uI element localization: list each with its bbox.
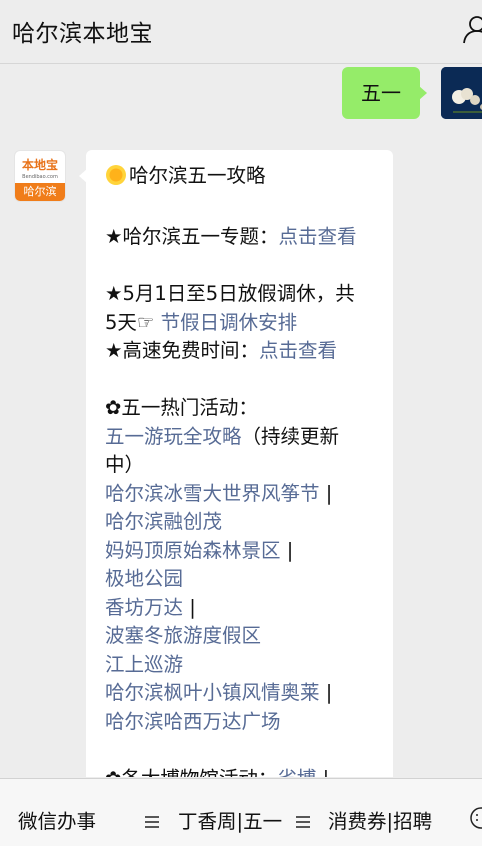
menu-item-lilac-week[interactable]: 丁香周|五一	[178, 805, 282, 834]
activity-link[interactable]: 江上巡游	[105, 653, 183, 676]
museum-separator: |	[323, 767, 330, 778]
activity-item: 哈尔滨枫叶小镇风情奥莱 |	[105, 679, 375, 708]
logo-city-band: 哈尔滨	[15, 183, 65, 201]
holiday-text: ★5月1日至5日放假调休，共	[105, 282, 355, 305]
top-bar: 哈尔滨本地宝	[0, 0, 482, 64]
menu-item-wechat-services[interactable]: 微信办事	[18, 805, 96, 834]
activity-item: 江上巡游	[105, 651, 375, 680]
activity-link[interactable]: 极地公园	[105, 567, 183, 590]
chat-area[interactable]: 五一 本地宝 Bendibao.com 哈尔滨 哈尔滨五一攻略 ★哈尔滨五一专题…	[0, 65, 482, 777]
page-title: 哈尔滨本地宝	[12, 21, 153, 47]
activity-separator: |	[325, 481, 333, 505]
my-avatar[interactable]	[441, 67, 482, 119]
reply-title-line: 哈尔滨五一攻略	[105, 162, 375, 195]
guide-suffix: （持续更新	[241, 424, 340, 448]
topic-line: ★哈尔滨五一专题：点击查看	[105, 223, 375, 252]
activity-link[interactable]: 哈尔滨哈西万达广场	[105, 710, 281, 733]
museum-label: ✿各大博物馆活动：	[105, 767, 277, 778]
activity-separator: |	[189, 595, 196, 619]
topic-link[interactable]: 点击查看	[278, 225, 356, 248]
user-profile-icon[interactable]	[462, 14, 482, 48]
official-account-avatar[interactable]: 本地宝 Bendibao.com 哈尔滨	[14, 150, 66, 202]
sun-icon	[105, 164, 127, 195]
guide-link[interactable]: 五一游玩全攻略	[105, 425, 242, 448]
museum-line: ✿各大博物馆活动：省博 |	[105, 765, 375, 778]
keyboard-icon[interactable]	[470, 807, 482, 833]
activity-separator: |	[325, 681, 333, 704]
logo-text: 本地宝	[21, 158, 58, 172]
highway-link[interactable]: 点击查看	[259, 339, 337, 362]
activity-item: 哈尔滨哈西万达广场	[105, 708, 375, 737]
holiday-line: 5天☞ 节假日调休安排	[105, 309, 375, 338]
activity-item: 哈尔滨融创茂	[105, 508, 375, 537]
bottom-menu-bar: 微信办事 丁香周|五一 消费券|招聘	[0, 778, 482, 846]
holiday-schedule-link[interactable]: 节假日调休安排	[161, 311, 298, 334]
highway-line: ★高速免费时间：点击查看	[105, 337, 375, 366]
holiday-prefix: 5天☞	[105, 310, 161, 334]
reply-title: 哈尔滨五一攻略	[129, 164, 266, 187]
activity-item: 哈尔滨冰雪大世界风筝节 |	[105, 480, 375, 509]
topic-label: ★哈尔滨五一专题：	[105, 225, 279, 248]
activity-link[interactable]: 哈尔滨融创茂	[105, 510, 222, 533]
activity-item: 妈妈顶原始森林景区 |	[105, 537, 375, 566]
activity-separator: |	[286, 538, 294, 562]
highway-label: ★高速免费时间：	[105, 339, 259, 362]
my-message-bubble[interactable]: 五一	[342, 67, 427, 119]
guide-line: 五一游玩全攻略（持续更新	[105, 423, 375, 452]
activity-item: 香坊万达 |	[105, 594, 375, 623]
hot-activities-heading: ✿五一热门活动：	[105, 396, 258, 419]
activity-link[interactable]: 波塞冬旅游度假区	[105, 624, 261, 647]
menu-icon[interactable]	[296, 813, 310, 832]
menu-icon[interactable]	[145, 813, 159, 832]
activity-link[interactable]: 哈尔滨冰雪大世界风筝节	[105, 482, 320, 505]
guide-suffix-cont: 中）	[105, 453, 145, 476]
museum-link[interactable]: 省博	[277, 767, 316, 778]
activity-item: 极地公园	[105, 565, 375, 594]
activity-link[interactable]: 香坊万达	[105, 596, 183, 619]
reply-message-bubble: 哈尔滨五一攻略 ★哈尔滨五一专题：点击查看 ★5月1日至5日放假调休，共 5天☞…	[79, 150, 393, 778]
activity-item: 波塞冬旅游度假区	[105, 622, 375, 651]
menu-item-coupons-jobs[interactable]: 消费券|招聘	[328, 805, 432, 834]
activity-link[interactable]: 哈尔滨枫叶小镇风情奥莱	[105, 681, 320, 704]
logo-url-text: Bendibao.com	[22, 174, 58, 180]
activity-link[interactable]: 妈妈顶原始森林景区	[105, 539, 281, 562]
